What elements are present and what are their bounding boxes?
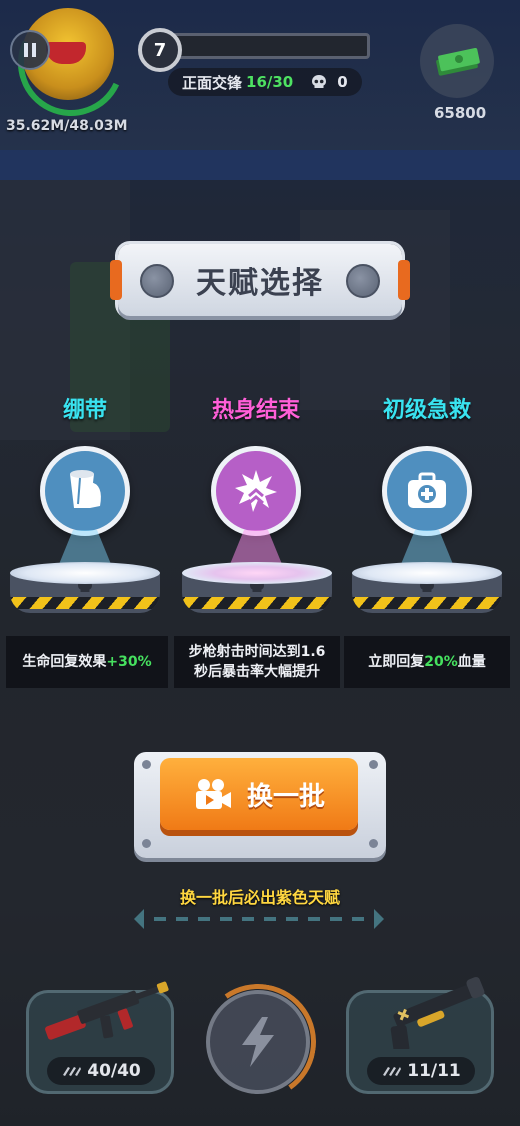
panel-title: 天赋选择 <box>196 266 324 301</box>
primary-weapon-slot[interactable]: 40/40 <box>26 981 174 1094</box>
desc-highlight: 20% <box>424 654 458 670</box>
talent-pedestal <box>10 562 160 624</box>
talent-icon-button[interactable] <box>211 446 301 536</box>
talent-description: 生命回复效果+30% <box>6 636 168 688</box>
talent-description: 步枪射击时间达到1.6秒后暴击率大幅提升 <box>174 636 340 688</box>
talent-pedestal <box>352 562 502 624</box>
banner-rivet-left <box>140 264 174 298</box>
bullets-icon <box>383 1067 402 1076</box>
refresh-label: 换一批 <box>246 781 325 812</box>
banner-tab-left <box>110 260 122 300</box>
mission-status: 正面交锋 16/30 0 <box>168 68 362 96</box>
background-roof <box>0 150 520 180</box>
refresh-talents-button[interactable]: 换一批 <box>160 758 358 830</box>
first-aid-kit-icon <box>408 472 446 508</box>
cash-stack-icon <box>436 47 480 76</box>
refresh-hint: 换一批后必出紫色天赋 <box>179 888 340 907</box>
chevron-right-icon <box>374 909 384 929</box>
desc-highlight: +30% <box>106 654 152 670</box>
frame-bolt <box>142 839 151 848</box>
talent-name: 绷带 <box>62 398 107 423</box>
primary-ammo-count: 40/40 <box>87 1061 141 1081</box>
kill-count: 0 <box>337 73 348 91</box>
skull-icon <box>312 75 327 88</box>
player-hp-text: 35.62M/48.03M <box>6 118 128 134</box>
assault-rifle-icon <box>45 981 169 1040</box>
desc-text: 生命回复效果 <box>22 654 107 670</box>
shotgun-icon <box>390 976 485 1049</box>
banner-rivet-right <box>346 264 380 298</box>
level-badge: 7 <box>138 28 182 72</box>
mission-count: 16/30 <box>246 73 294 91</box>
talent-select-banner: 天赋选择 <box>110 244 410 316</box>
bandage-roll-icon <box>70 470 101 508</box>
secondary-ammo-count: 11/11 <box>407 1061 461 1081</box>
carousel-track <box>154 917 364 921</box>
video-camera-icon <box>195 779 231 809</box>
frame-bolt <box>142 760 151 769</box>
desc-text-post: 血量 <box>457 654 486 670</box>
frame-bolt <box>369 839 378 848</box>
secondary-weapon-slot[interactable]: 11/11 <box>346 976 494 1094</box>
chevron-left-icon <box>134 909 144 929</box>
lightning-icon <box>242 1017 274 1067</box>
mission-label: 正面交锋 <box>182 73 243 92</box>
talent-icon-button[interactable] <box>40 446 130 536</box>
frame-bolt <box>369 760 378 769</box>
pause-icon <box>24 43 36 57</box>
desc-text: 步枪射击时间达到1.6秒后暴击率大幅提升 <box>188 644 326 680</box>
secondary-ammo: 11/11 <box>367 1057 475 1085</box>
cash-amount: 65800 <box>434 104 487 122</box>
crit-burst-icon <box>235 470 277 512</box>
talent-pedestal <box>182 562 332 624</box>
cash-display <box>420 24 494 98</box>
weapon-carousel-indicator <box>134 906 384 932</box>
desc-text: 立即回复 <box>368 654 425 670</box>
level-progress-bar <box>160 33 370 59</box>
banner-tab-right <box>398 260 410 300</box>
pause-button[interactable] <box>10 30 50 70</box>
bullets-icon <box>63 1067 82 1076</box>
talent-icon-button[interactable] <box>382 446 472 536</box>
talent-name: 初级急救 <box>382 398 471 423</box>
primary-ammo: 40/40 <box>47 1057 155 1085</box>
talent-name: 热身结束 <box>211 398 300 423</box>
talent-description: 立即回复20%血量 <box>344 636 510 688</box>
skill-button[interactable] <box>206 990 310 1094</box>
